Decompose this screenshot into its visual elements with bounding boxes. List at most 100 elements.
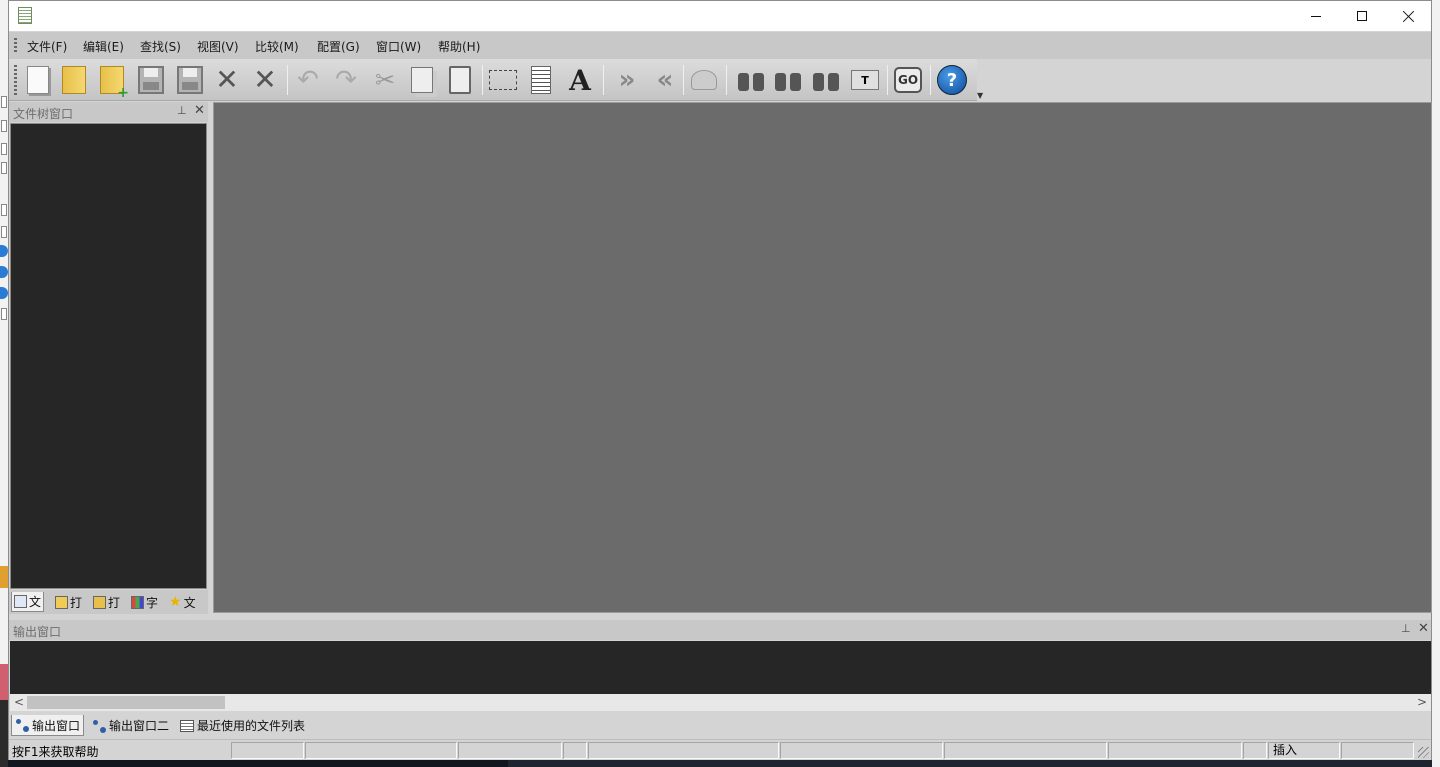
close-all-button[interactable]: ✕ [248,63,282,97]
document-area[interactable] [213,102,1432,613]
close-window-button[interactable] [1385,1,1431,31]
desktop-icon [1,120,7,132]
pin-icon[interactable]: ⊥ [177,104,187,117]
scrollbar-thumb[interactable] [27,696,225,709]
toolbar-separator [683,65,684,95]
new-file-button[interactable] [21,63,55,97]
status-insert-mode: 插入 [1268,742,1340,759]
output-icon [15,718,29,732]
redo-arrow-icon: ↷ [335,65,357,95]
menu-view[interactable]: 视图(V) [197,38,239,55]
tab-output-window-2[interactable]: 输出窗口二 [89,715,172,736]
undo-button[interactable]: ↶ [291,63,325,97]
menu-file[interactable]: 文件(F) [27,38,67,55]
status-cell [1243,742,1267,759]
help-button[interactable]: ? [935,63,969,97]
redo-button[interactable]: ↷ [329,63,363,97]
desktop-background [0,700,8,767]
desktop-icon [1,226,7,238]
find-next-button[interactable] [771,63,805,97]
close-x-plus-icon: ✕ [253,63,277,96]
status-cell [1341,742,1414,759]
scroll-left-icon[interactable]: < [14,695,24,709]
go-icon: GO [894,67,922,93]
filetree-panel[interactable] [10,123,207,589]
outdent-button[interactable]: « [645,63,679,97]
status-cell [780,742,943,759]
toolbar-separator [887,65,888,95]
menu-config[interactable]: 配置(G) [317,38,360,55]
list-button[interactable] [524,63,558,97]
menu-edit[interactable]: 编辑(E) [83,38,124,55]
main-toolbar: ✕ ✕ ↶ ↷ ✂ A » « T GO ? [9,59,977,101]
desktop-icon [1,96,7,108]
clear-button[interactable] [687,63,721,97]
tab-open-folders[interactable]: 打 [91,592,122,612]
main-window: 文件(F) 编辑(E) 查找(S) 视图(V) 比较(M) 配置(G) 窗口(W… [8,0,1432,760]
folder-icon [55,595,68,609]
find-prev-button[interactable] [809,63,843,97]
tab-output-window[interactable]: 输出窗口 [11,715,85,736]
tab-recent-files[interactable]: 最近使用的文件列表 [177,715,308,736]
replace-button[interactable]: T [848,63,882,97]
pin-icon[interactable]: ⊥ [1401,622,1411,635]
open-file-button[interactable] [57,63,91,97]
font-button[interactable]: A [563,63,597,97]
scroll-right-icon[interactable]: > [1417,695,1427,709]
app-icon[interactable] [18,7,32,24]
close-icon[interactable]: ✕ [1418,621,1429,636]
menu-help[interactable]: 帮助(H) [438,38,480,55]
status-cell [563,742,587,759]
tree-icon [14,595,27,608]
menu-search[interactable]: 查找(S) [140,38,181,55]
open-project-button[interactable] [95,63,129,101]
status-cell [944,742,1107,759]
menu-compare[interactable]: 比较(M) [255,38,299,55]
close-icon [1402,10,1415,23]
toolbar-grip[interactable] [14,65,17,95]
filetree-pane-title: 文件树窗口 [13,107,74,121]
output-panel[interactable] [10,641,1431,694]
output-icon [92,719,106,733]
bell-clear-icon [691,70,717,90]
tab-label: 打 [70,595,83,610]
tab-label: 文 [183,595,196,610]
output-horizontal-scrollbar[interactable]: < > [10,694,1431,711]
toolbar-separator [482,65,483,95]
folder-icon [62,66,86,94]
indent-button[interactable]: » [607,63,641,97]
cut-button[interactable]: ✂ [368,63,402,97]
toolbar-overflow-icon[interactable]: ▼ [977,91,983,100]
paste-button[interactable] [443,63,477,97]
desktop-icon [1,162,7,174]
filetree-tabs: 文 打 打 字 ★ 文 [9,590,208,614]
tab-favorites[interactable]: ★ 文 [167,592,198,612]
minimize-icon [1311,15,1321,17]
resize-grip-icon[interactable] [1418,747,1429,758]
select-button[interactable] [486,63,520,97]
help-icon: ? [937,65,967,95]
desktop-bottom-edge [8,760,508,767]
save-all-button[interactable] [173,63,207,97]
toolbar-separator [287,65,288,95]
close-file-button[interactable]: ✕ [210,63,244,97]
tab-open-files[interactable]: 打 [53,592,84,612]
tab-file-tree[interactable]: 文 [11,592,45,612]
output-pane-title: 输出窗口 [13,625,62,639]
minimize-button[interactable] [1293,1,1339,31]
tab-chars[interactable]: 字 [129,592,160,612]
menu-window[interactable]: 窗口(W) [376,38,421,55]
status-cell [458,742,562,759]
tab-label: 打 [108,595,121,610]
filetree-pane-header: 文件树窗口 ⊥ ✕ [9,102,208,122]
maximize-button[interactable] [1339,1,1385,31]
find-button[interactable] [734,63,768,97]
save-button[interactable] [134,63,168,97]
copy-button[interactable] [405,63,439,97]
close-icon[interactable]: ✕ [194,103,205,118]
status-cell [1108,742,1242,759]
goto-button[interactable]: GO [891,63,925,97]
menubar-grip[interactable] [14,38,17,52]
desktop-icon [0,287,8,299]
chart-icon [131,595,144,609]
